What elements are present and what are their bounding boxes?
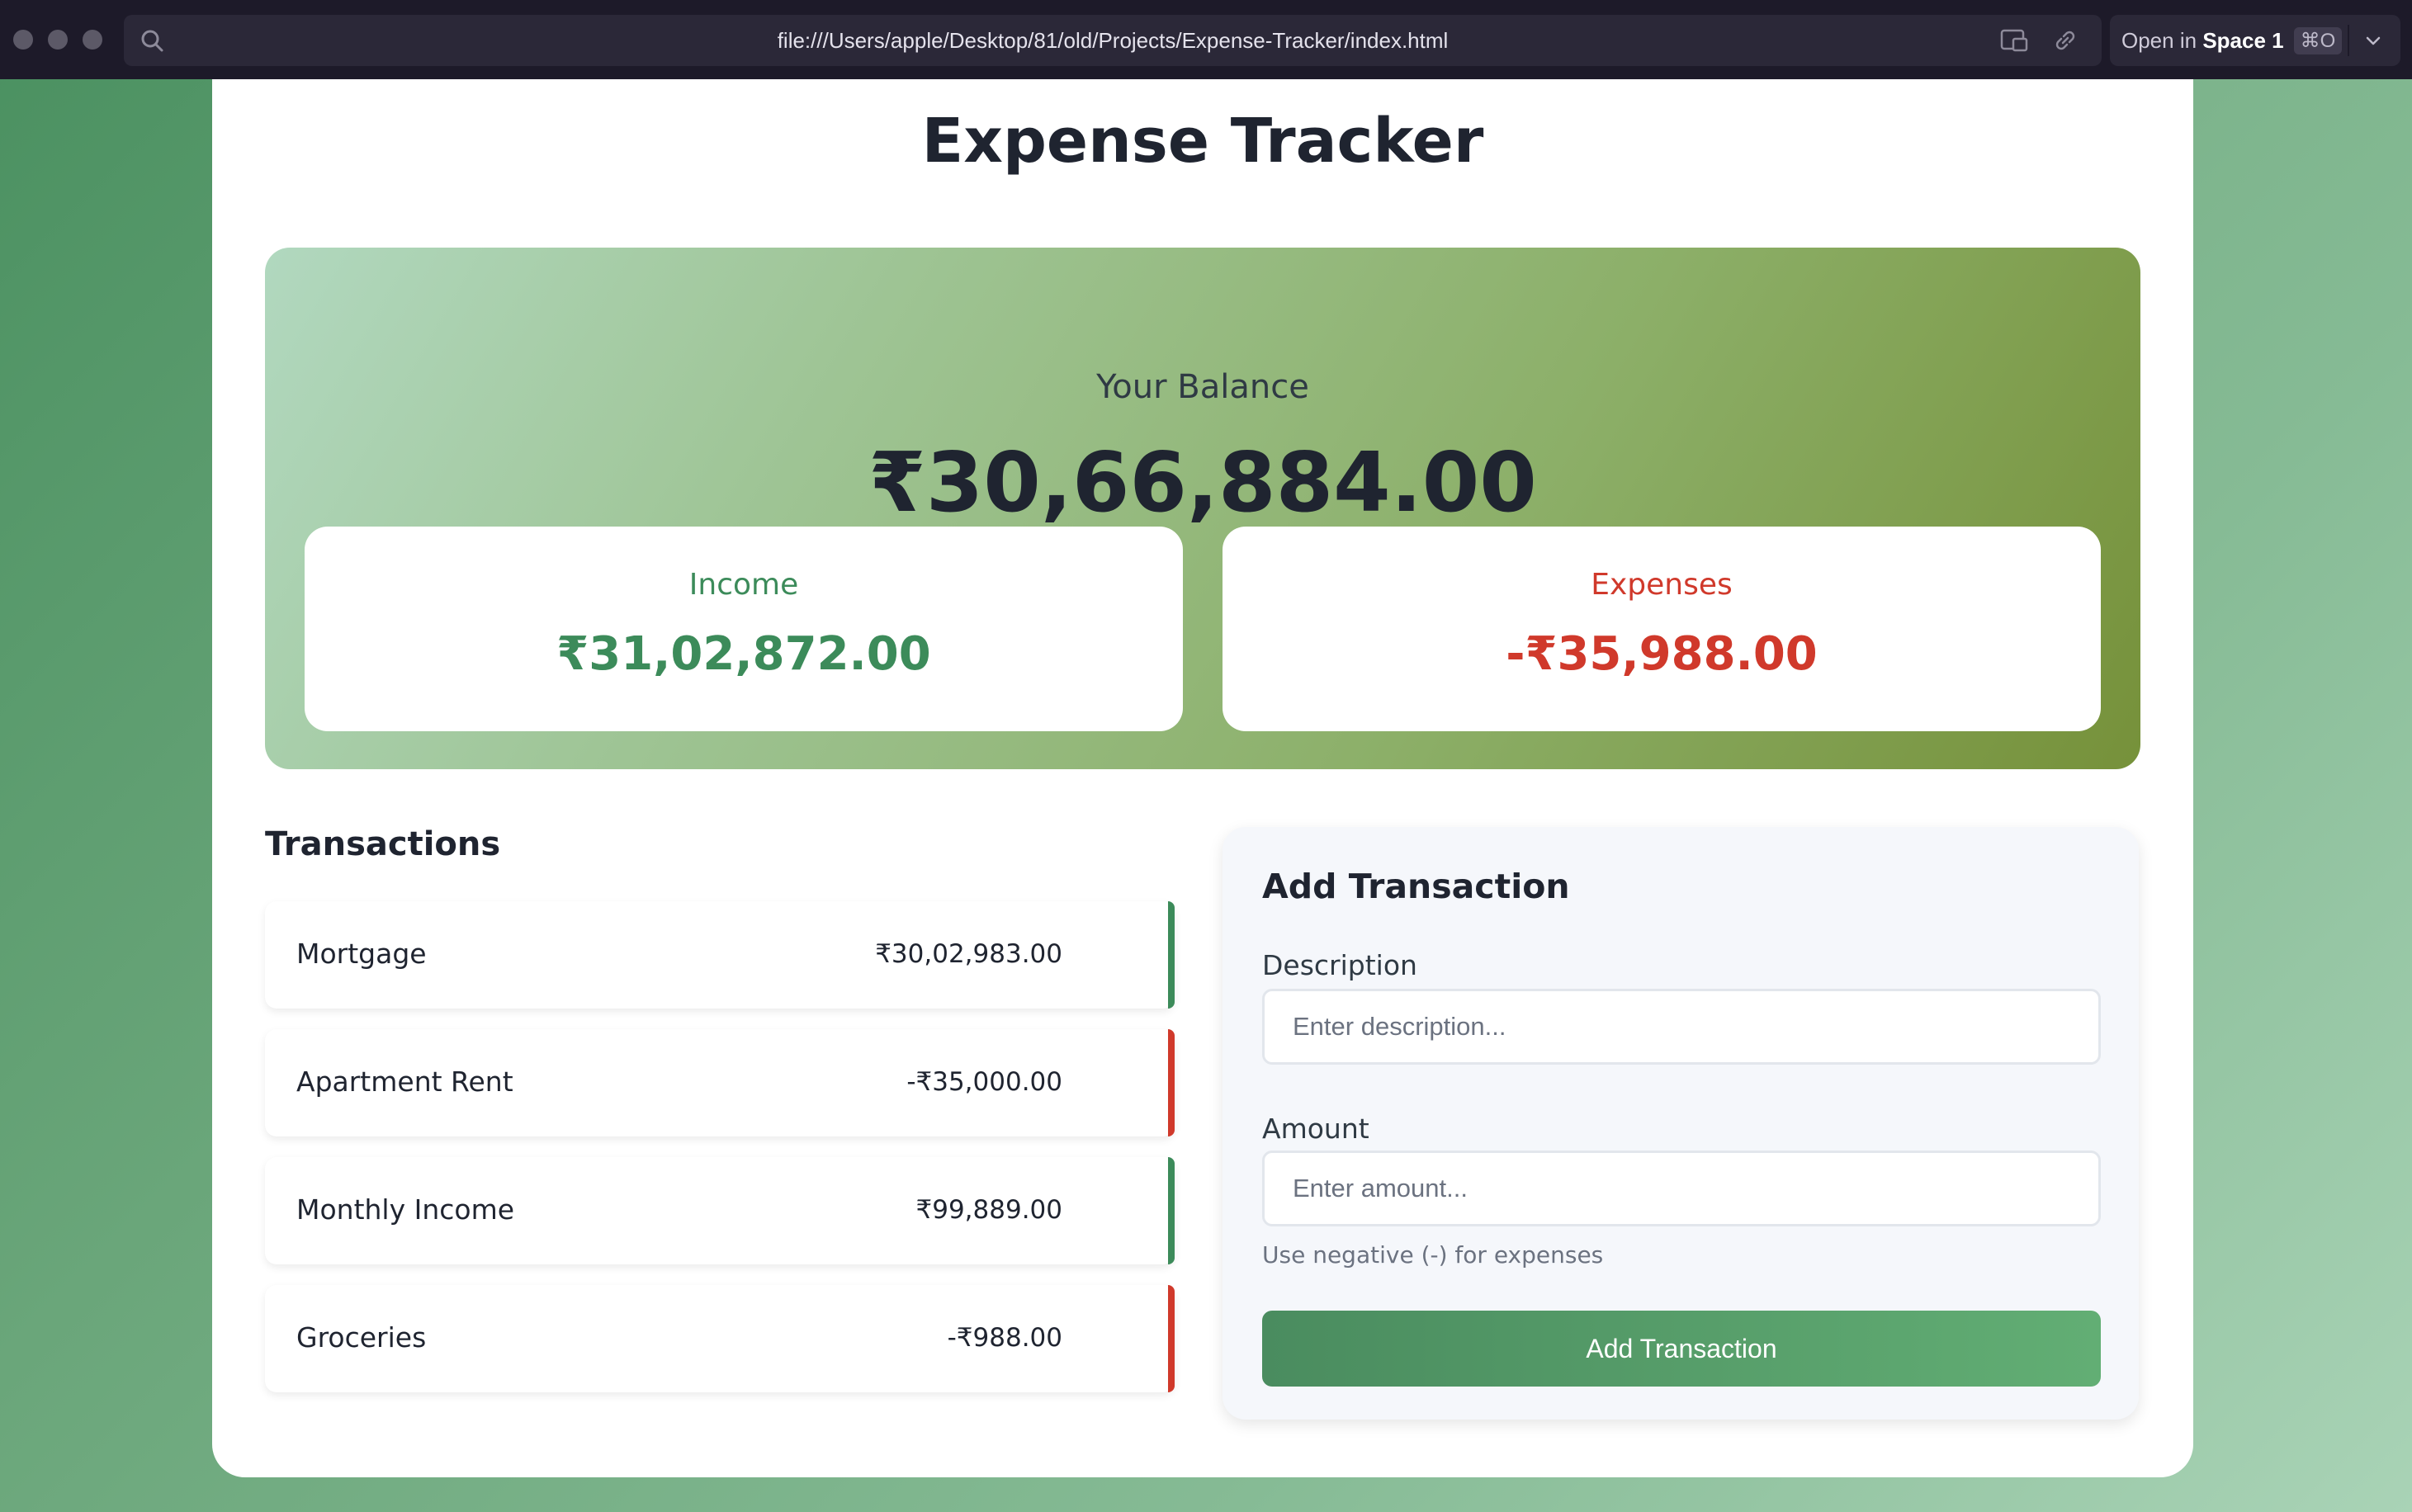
shortcut-hint: ⌘O <box>2293 26 2343 54</box>
expenses-card: Expenses -₹35,988.00 <box>1223 527 2101 731</box>
app-container: Expense Tracker Your Balance ₹30,66,884.… <box>212 79 2193 1477</box>
transaction-item[interactable]: Mortgage ₹30,02,983.00 <box>265 901 1175 1009</box>
form-heading: Add Transaction <box>1262 867 1570 906</box>
expenses-label: Expenses <box>1591 568 1733 602</box>
transaction-amount: -₹988.00 <box>947 1323 1062 1353</box>
amount-hint: Use negative (-) for expenses <box>1262 1241 1604 1269</box>
transaction-amount: -₹35,000.00 <box>906 1067 1062 1097</box>
description-input[interactable] <box>1262 989 2101 1065</box>
open-in-space-name: Space 1 <box>2202 27 2284 53</box>
income-value: ₹31,02,872.00 <box>556 627 931 681</box>
description-label: Description <box>1262 949 1417 981</box>
divider <box>2348 25 2349 56</box>
transaction-item[interactable]: Monthly Income ₹99,889.00 <box>265 1157 1175 1264</box>
picture-in-picture-icon[interactable] <box>1999 26 2029 54</box>
transaction-item[interactable]: Apartment Rent -₹35,000.00 <box>265 1029 1175 1136</box>
transaction-description: Apartment Rent <box>296 1065 513 1098</box>
window-controls <box>13 30 102 50</box>
browser-toolbar: file:///Users/apple/Desktop/81/old/Proje… <box>0 0 2412 79</box>
maximize-window-button[interactable] <box>83 30 102 50</box>
income-label: Income <box>688 568 799 602</box>
balance-amount: ₹30,66,884.00 <box>868 434 1537 531</box>
income-card: Income ₹31,02,872.00 <box>305 527 1183 731</box>
transaction-description: Monthly Income <box>296 1193 515 1226</box>
expenses-value: -₹35,988.00 <box>1506 627 1818 681</box>
amount-input[interactable] <box>1262 1151 2101 1226</box>
minimize-window-button[interactable] <box>48 30 68 50</box>
transaction-description: Groceries <box>296 1321 427 1354</box>
url-text: file:///Users/apple/Desktop/81/old/Proje… <box>777 28 1449 53</box>
balance-panel: Your Balance ₹30,66,884.00 Income ₹31,02… <box>265 248 2140 769</box>
transaction-item[interactable]: Groceries -₹988.00 <box>265 1285 1175 1392</box>
transaction-description: Mortgage <box>296 938 427 970</box>
open-in-space-button[interactable]: Open in Space 1 ⌘O <box>2110 15 2400 66</box>
chevron-down-icon[interactable] <box>2361 28 2386 53</box>
amount-label: Amount <box>1262 1113 1369 1145</box>
close-window-button[interactable] <box>13 30 33 50</box>
transaction-list: Mortgage ₹30,02,983.00 Apartment Rent -₹… <box>265 901 1175 1413</box>
page-title: Expense Tracker <box>921 106 1484 177</box>
transaction-amount: ₹30,02,983.00 <box>875 939 1062 969</box>
add-transaction-button[interactable]: Add Transaction <box>1262 1311 2101 1387</box>
address-bar[interactable]: file:///Users/apple/Desktop/81/old/Proje… <box>124 15 2102 66</box>
add-transaction-form: Add Transaction Description Amount Use n… <box>1223 827 2139 1420</box>
open-in-prefix: Open in <box>2121 27 2197 53</box>
transaction-amount: ₹99,889.00 <box>915 1195 1063 1225</box>
transactions-heading: Transactions <box>265 825 501 863</box>
copy-link-icon[interactable] <box>2050 26 2080 54</box>
balance-label: Your Balance <box>1096 368 1309 406</box>
